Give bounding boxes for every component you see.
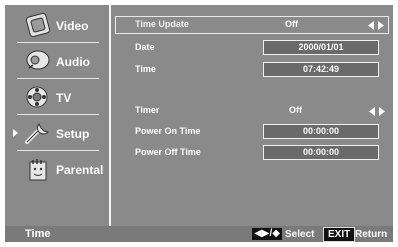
sidebar: Video Audio TV Setup Parental — [5, 5, 109, 226]
sidebar-divider — [17, 78, 99, 79]
timer-label: Timer — [135, 105, 160, 115]
parental-icon — [24, 156, 52, 182]
sidebar-item-label: Setup — [56, 127, 90, 141]
time-row[interactable]: Time 07:42:49 — [119, 62, 387, 79]
power-on-time-row[interactable]: Power On Time 00:00:00 — [119, 124, 387, 141]
exit-button[interactable]: EXIT — [323, 227, 356, 242]
sidebar-item-label: Video — [56, 19, 89, 33]
power-off-time-field[interactable]: 00:00:00 — [263, 145, 379, 160]
sidebar-item-tv[interactable]: TV — [5, 81, 107, 115]
sidebar-item-label: Audio — [56, 55, 90, 69]
footer-title: Time — [25, 228, 51, 240]
video-icon — [24, 12, 52, 38]
date-row[interactable]: Date 2000/01/01 — [119, 40, 387, 57]
sidebar-divider — [17, 150, 99, 151]
timer-row[interactable]: Timer Off — [119, 103, 387, 120]
footer-bar: Time ◀▶/◆ Select EXIT Return — [5, 226, 393, 242]
time-update-value: Off — [285, 19, 298, 29]
time-field[interactable]: 07:42:49 — [263, 62, 379, 77]
date-field[interactable]: 2000/01/01 — [263, 40, 379, 55]
power-off-time-label: Power Off Time — [135, 147, 201, 157]
power-off-time-row[interactable]: Power Off Time 00:00:00 — [119, 145, 387, 162]
tv-icon — [24, 84, 52, 110]
date-label: Date — [135, 42, 155, 52]
setup-menu-screen: Video Audio TV Setup Parental Time Updat… — [5, 5, 393, 242]
navigation-keys-icon: ◀▶/◆ — [252, 228, 282, 240]
time-update-label: Time Update — [135, 19, 189, 29]
timer-value: Off — [289, 105, 302, 115]
selection-arrow-icon — [13, 129, 18, 137]
power-on-time-field[interactable]: 00:00:00 — [263, 124, 379, 139]
sidebar-item-video[interactable]: Video — [5, 9, 107, 43]
audio-icon — [24, 48, 52, 74]
time-label: Time — [135, 64, 156, 74]
left-right-arrows-icon — [368, 21, 384, 30]
left-right-arrows-icon — [369, 107, 385, 116]
sidebar-item-parental[interactable]: Parental — [5, 153, 107, 187]
sidebar-divider — [17, 42, 99, 43]
select-hint: Select — [285, 229, 315, 240]
time-update-row[interactable]: Time Update Off — [115, 16, 389, 34]
return-hint: Return — [355, 229, 388, 240]
sidebar-divider — [17, 114, 99, 115]
setup-icon — [24, 120, 52, 146]
power-on-time-label: Power On Time — [135, 126, 201, 136]
sidebar-item-label: Parental — [56, 163, 104, 177]
sidebar-item-audio[interactable]: Audio — [5, 45, 107, 79]
sidebar-item-label: TV — [56, 91, 72, 105]
panel-divider — [109, 5, 111, 226]
sidebar-item-setup[interactable]: Setup — [5, 117, 107, 151]
